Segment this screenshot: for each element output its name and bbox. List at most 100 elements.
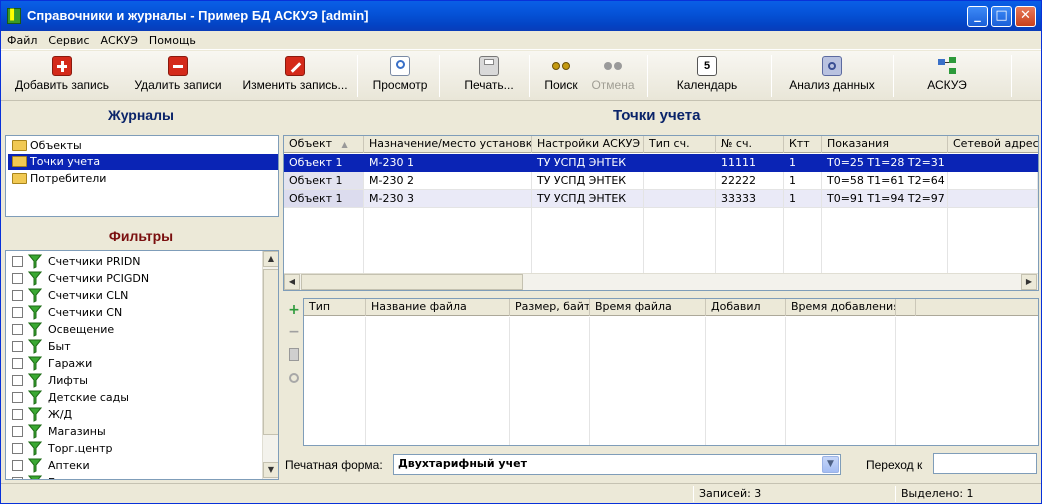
filter-item[interactable]: Гаражи	[10, 355, 260, 372]
column-header[interactable]: Показания	[822, 136, 948, 153]
menu-askue[interactable]: АСКУЭ	[95, 31, 143, 47]
filter-checkbox[interactable]	[12, 375, 23, 386]
table-cell	[948, 154, 1038, 172]
funnel-icon	[28, 458, 42, 473]
selected-count: Выделено: 1	[901, 487, 974, 500]
journal-item-metering-points[interactable]: Точки учета	[8, 154, 278, 170]
filter-item[interactable]: Счетчики PRIDN	[10, 253, 260, 270]
search-button[interactable]: Поиск	[539, 53, 583, 99]
filter-checkbox[interactable]	[12, 290, 23, 301]
funnel-icon	[28, 288, 42, 303]
filter-checkbox[interactable]	[12, 358, 23, 369]
filter-checkbox[interactable]	[12, 460, 23, 471]
table-cell	[644, 154, 716, 172]
filter-item[interactable]: Счетчики PCIGDN	[10, 270, 260, 287]
column-header[interactable]	[896, 299, 916, 316]
files-grid-header: Тип Название файла Размер, байт Время файла…	[304, 299, 1038, 316]
table-row[interactable]: Объект 1 М-230 3 ТУ УСПД ЭНТЕК 33333 1 Т0=91 …	[284, 190, 1038, 208]
add-record-button[interactable]: Добавить запись	[9, 53, 115, 99]
column-header[interactable]: Название файла	[366, 299, 510, 316]
filter-item[interactable]: Торг.центр	[10, 440, 260, 457]
table-cell: 1	[784, 190, 822, 208]
view-button[interactable]: Просмотр	[367, 53, 433, 99]
points-horizontal-scrollbar[interactable]: ◀ ▶	[284, 273, 1038, 290]
find-file-button[interactable]	[286, 371, 302, 387]
askue-button[interactable]: АСКУЭ	[917, 53, 977, 99]
scroll-down-icon[interactable]: ▼	[263, 462, 278, 478]
calendar-button[interactable]: 5 Календарь	[669, 53, 745, 99]
maximize-button[interactable]: □	[991, 6, 1012, 27]
table-row[interactable]: Объект 1 М-230 1 ТУ УСПД ЭНТЕК 11111 1 Т0=25 …	[284, 154, 1038, 172]
menu-file[interactable]: Файл	[1, 31, 42, 47]
filter-item[interactable]: Счетчики CN	[10, 304, 260, 321]
column-header[interactable]: Назначение/место установки	[364, 136, 532, 153]
data-analysis-button[interactable]: Анализ данных	[783, 53, 881, 99]
goto-input[interactable]	[933, 453, 1037, 474]
column-header[interactable]: Размер, байт	[510, 299, 590, 316]
filter-checkbox[interactable]	[12, 256, 23, 267]
title-bar[interactable]: ▌ Справочники и журналы - Пример БД АСКУ…	[1, 1, 1041, 31]
filter-checkbox[interactable]	[12, 443, 23, 454]
table-cell: М-230 2	[364, 172, 532, 190]
column-header[interactable]: Ктт	[784, 136, 822, 153]
scroll-thumb[interactable]	[301, 274, 523, 290]
filter-checkbox[interactable]	[12, 477, 23, 479]
filter-checkbox[interactable]	[12, 324, 23, 335]
journals-list: Объекты Точки учета Потребители	[5, 135, 279, 217]
filter-item[interactable]: Магазины	[10, 423, 260, 440]
funnel-icon	[28, 424, 42, 439]
filter-checkbox[interactable]	[12, 341, 23, 352]
remove-file-button[interactable]: −	[286, 325, 302, 341]
filter-checkbox[interactable]	[12, 409, 23, 420]
print-form-select[interactable]: Двухтарифный учет ▼	[393, 454, 841, 475]
funnel-icon	[28, 305, 42, 320]
print-button[interactable]: Печать...	[457, 53, 521, 99]
column-header[interactable]: Тип сч.	[644, 136, 716, 153]
filter-checkbox[interactable]	[12, 307, 23, 318]
menu-bar: Файл Сервис АСКУЭ Помощь	[1, 31, 1041, 50]
filter-checkbox[interactable]	[12, 273, 23, 284]
filter-checkbox[interactable]	[12, 392, 23, 403]
delete-records-button[interactable]: Удалить записи	[129, 53, 227, 99]
scroll-thumb[interactable]	[263, 269, 278, 435]
column-header[interactable]: Тип	[304, 299, 366, 316]
column-header[interactable]: Сетевой адрес	[948, 136, 1038, 153]
filter-checkbox[interactable]	[12, 426, 23, 437]
scroll-up-icon[interactable]: ▲	[263, 251, 278, 267]
filter-item[interactable]: Банки	[10, 474, 260, 479]
add-file-button[interactable]: +	[286, 303, 302, 319]
column-header[interactable]: Объект ▲	[284, 136, 364, 153]
table-cell	[644, 172, 716, 190]
filter-item[interactable]: Лифты	[10, 372, 260, 389]
goto-label: Переход к	[866, 458, 923, 472]
filter-item[interactable]: Ж/Д	[10, 406, 260, 423]
column-header[interactable]: Добавил	[706, 299, 786, 316]
journal-item-consumers[interactable]: Потребители	[8, 171, 278, 187]
chevron-down-icon[interactable]: ▼	[822, 456, 839, 473]
column-header[interactable]: Время файла	[590, 299, 706, 316]
scroll-right-icon[interactable]: ▶	[1021, 274, 1037, 290]
filter-item[interactable]: Счетчики CLN	[10, 287, 260, 304]
journal-item-objects[interactable]: Объекты	[8, 138, 278, 154]
save-file-button[interactable]	[286, 347, 302, 363]
filter-item[interactable]: Детские сады	[10, 389, 260, 406]
column-header[interactable]: Время добавления	[786, 299, 896, 316]
filters-vertical-scrollbar[interactable]: ▲ ▼	[262, 251, 278, 479]
filter-item[interactable]: Освещение	[10, 321, 260, 338]
edit-record-button[interactable]: Изменить запись...	[237, 53, 353, 99]
funnel-icon	[28, 373, 42, 388]
cancel-button[interactable]: Отмена	[589, 53, 637, 99]
minimize-button[interactable]: _	[967, 6, 988, 27]
scroll-left-icon[interactable]: ◀	[284, 274, 300, 290]
filter-item[interactable]: Быт	[10, 338, 260, 355]
filter-item[interactable]: Аптеки	[10, 457, 260, 474]
table-row[interactable]: Объект 1 М-230 2 ТУ УСПД ЭНТЕК 22222 1 Т0=58 …	[284, 172, 1038, 190]
binoculars-icon	[551, 56, 571, 76]
menu-help[interactable]: Помощь	[143, 31, 201, 47]
column-header[interactable]: Настройки АСКУЭ	[532, 136, 644, 153]
column-header[interactable]: № сч.	[716, 136, 784, 153]
calendar-icon: 5	[697, 56, 717, 76]
close-button[interactable]: ✕	[1015, 6, 1036, 27]
plus-icon	[52, 56, 72, 76]
menu-service[interactable]: Сервис	[42, 31, 94, 47]
